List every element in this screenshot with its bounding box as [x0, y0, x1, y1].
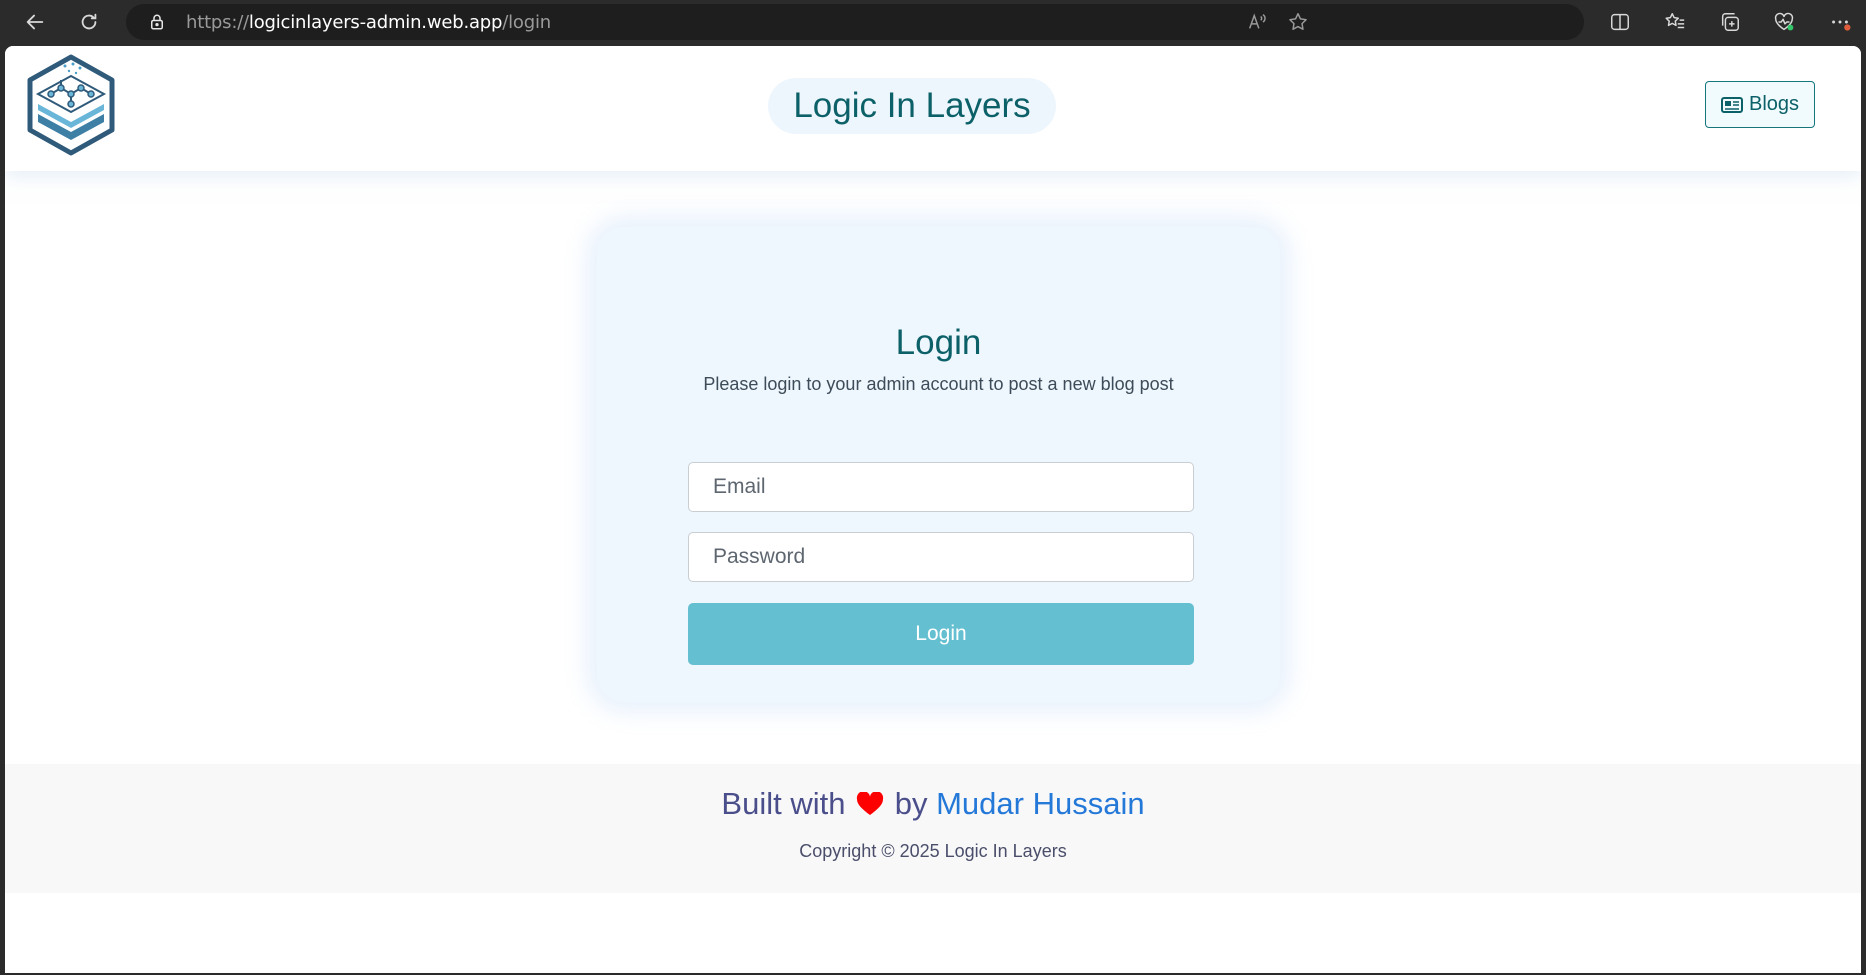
- newspaper-icon: [1720, 96, 1743, 113]
- back-arrow-icon[interactable]: [18, 6, 52, 38]
- browser-toolbar: https://logicinlayers-admin.web.app/logi…: [0, 0, 1866, 44]
- copyright-text: Copyright © 2025 Logic In Layers: [799, 841, 1067, 861]
- built-with-line: Built with by Mudar Hussain: [5, 786, 1861, 822]
- page-viewport: Logic In Layers Blogs Login Please login…: [5, 46, 1861, 973]
- url-scheme: https://: [186, 12, 249, 33]
- heart-icon: [856, 792, 884, 815]
- favorites-icon[interactable]: [1663, 10, 1687, 34]
- login-title: Login: [895, 323, 982, 362]
- favorite-star-icon[interactable]: [1287, 11, 1309, 33]
- url-text: https://logicinlayers-admin.web.app/logi…: [186, 12, 551, 33]
- site-header: Logic In Layers Blogs: [5, 46, 1861, 171]
- collections-icon[interactable]: [1718, 10, 1742, 34]
- login-card: Login Please login to your admin account…: [597, 227, 1280, 702]
- author-link[interactable]: Mudar Hussain: [936, 786, 1144, 821]
- lock-icon[interactable]: [148, 13, 166, 31]
- password-field[interactable]: [688, 532, 1194, 582]
- url-path: /login: [502, 12, 551, 33]
- reload-icon[interactable]: [72, 6, 106, 38]
- built-with-text: Built with: [721, 786, 846, 821]
- address-bar[interactable]: https://logicinlayers-admin.web.app/logi…: [126, 4, 1584, 40]
- read-aloud-icon[interactable]: [1246, 11, 1268, 33]
- email-field[interactable]: [688, 462, 1194, 512]
- by-text: by: [894, 786, 928, 821]
- layers-circuit-logo-icon[interactable]: [25, 54, 117, 156]
- split-screen-icon[interactable]: [1608, 10, 1632, 34]
- browser-essentials-icon[interactable]: [1772, 10, 1796, 34]
- blogs-button-label: Blogs: [1748, 93, 1800, 115]
- login-subtitle: Please login to your admin account to po…: [703, 374, 1174, 394]
- brand-title: Logic In Layers: [768, 78, 1056, 134]
- url-host: logicinlayers-admin.web.app: [248, 12, 503, 33]
- blogs-button[interactable]: Blogs: [1705, 81, 1815, 128]
- login-button[interactable]: Login: [688, 603, 1194, 665]
- site-footer: Built with by Mudar Hussain Copyright © …: [5, 764, 1861, 893]
- more-options-icon[interactable]: [1828, 10, 1852, 34]
